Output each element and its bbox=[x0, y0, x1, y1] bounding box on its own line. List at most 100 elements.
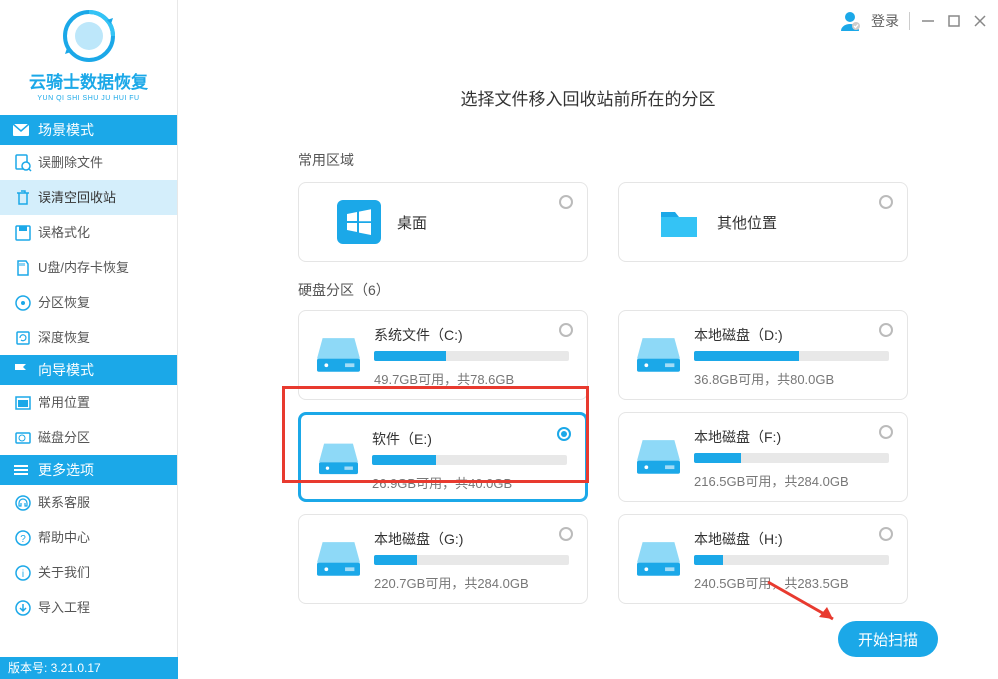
save-icon bbox=[14, 224, 32, 242]
disk-detail: 26.9GB可用，共40.0GB bbox=[372, 473, 567, 492]
sidebar-item-help[interactable]: ? 帮助中心 bbox=[0, 520, 177, 555]
sidebar-item-label: 联系客服 bbox=[38, 485, 90, 520]
hdd-icon bbox=[14, 429, 32, 447]
sidebar-item-import[interactable]: 导入工程 bbox=[0, 590, 177, 625]
start-scan-button[interactable]: 开始扫描 bbox=[838, 621, 938, 657]
refresh-icon bbox=[14, 329, 32, 347]
window-icon bbox=[14, 394, 32, 412]
sidebar-item-about[interactable]: i 关于我们 bbox=[0, 555, 177, 590]
main-content: 选择文件移入回收站前所在的分区 常用区域 桌面 其他位置 硬盘分区（6） 系统文… bbox=[178, 0, 998, 679]
radio-icon bbox=[559, 323, 573, 337]
common-area-label: 常用区域 bbox=[298, 150, 978, 170]
trash-icon bbox=[14, 189, 32, 207]
disk-card-4[interactable]: 本地磁盘（G:) 220.7GB可用，共284.0GB bbox=[298, 514, 588, 604]
radio-icon bbox=[879, 425, 893, 439]
section-header-wizard: 向导模式 bbox=[0, 355, 177, 385]
radio-icon bbox=[557, 427, 571, 441]
progress-bar bbox=[372, 455, 567, 465]
page-title: 选择文件移入回收站前所在的分区 bbox=[198, 85, 978, 110]
card-other-location[interactable]: 其他位置 bbox=[618, 182, 908, 262]
sidebar-item-label: 误清空回收站 bbox=[38, 180, 116, 215]
disk-card-0[interactable]: 系统文件（C:) 49.7GB可用，共78.6GB bbox=[298, 310, 588, 400]
svg-text:i: i bbox=[22, 569, 24, 580]
radio-icon bbox=[879, 527, 893, 541]
svg-text:?: ? bbox=[20, 534, 26, 545]
sidebar-item-label: 关于我们 bbox=[38, 555, 90, 590]
sidebar-item-common-location[interactable]: 常用位置 bbox=[0, 385, 177, 420]
section-header-more: 更多选项 bbox=[0, 455, 177, 485]
radio-icon bbox=[879, 323, 893, 337]
radio-icon bbox=[559, 527, 573, 541]
import-icon bbox=[14, 599, 32, 617]
drive-icon bbox=[637, 539, 680, 577]
section-header-label: 向导模式 bbox=[38, 355, 94, 385]
drive-icon bbox=[319, 439, 358, 477]
info-icon: i bbox=[14, 564, 32, 582]
disk-name: 本地磁盘（H:) bbox=[694, 529, 889, 549]
flag-icon bbox=[12, 361, 30, 379]
progress-bar bbox=[694, 453, 889, 463]
disk-card-2[interactable]: 软件（E:) 26.9GB可用，共40.0GB bbox=[298, 412, 588, 502]
sidebar-item-disk-partition[interactable]: 磁盘分区 bbox=[0, 420, 177, 455]
disk-detail: 240.5GB可用，共283.5GB bbox=[694, 573, 889, 592]
disk-name: 本地磁盘（F:) bbox=[694, 427, 889, 447]
sidebar-item-label: U盘/内存卡恢复 bbox=[38, 250, 129, 285]
progress-bar bbox=[694, 351, 889, 361]
sidebar-item-label: 深度恢复 bbox=[38, 320, 90, 355]
sidebar-item-recycle-bin[interactable]: 误清空回收站 bbox=[0, 180, 177, 215]
progress-bar bbox=[694, 555, 889, 565]
radio-icon bbox=[879, 195, 893, 209]
radio-icon bbox=[559, 195, 573, 209]
progress-bar bbox=[374, 351, 569, 361]
disk-card-5[interactable]: 本地磁盘（H:) 240.5GB可用，共283.5GB bbox=[618, 514, 908, 604]
card-desktop[interactable]: 桌面 bbox=[298, 182, 588, 262]
sidebar-item-deleted-files[interactable]: 误删除文件 bbox=[0, 145, 177, 180]
app-title: 云骑士数据恢复 bbox=[0, 68, 177, 93]
card-title: 桌面 bbox=[397, 212, 427, 233]
sidebar-item-label: 磁盘分区 bbox=[38, 420, 90, 455]
sidebar-item-label: 帮助中心 bbox=[38, 520, 90, 555]
drive-icon bbox=[317, 539, 360, 577]
sidebar-item-label: 误格式化 bbox=[38, 215, 90, 250]
disk-card-3[interactable]: 本地磁盘（F:) 216.5GB可用，共284.0GB bbox=[618, 412, 908, 502]
progress-bar bbox=[374, 555, 569, 565]
disk-detail: 216.5GB可用，共284.0GB bbox=[694, 471, 889, 490]
sidebar-item-format[interactable]: 误格式化 bbox=[0, 215, 177, 250]
sidebar: 云骑士数据恢复 YUN QI SHI SHU JU HUI FU 场景模式 误删… bbox=[0, 0, 178, 679]
disk-section-label: 硬盘分区（6） bbox=[298, 280, 978, 300]
app-logo-icon bbox=[61, 8, 117, 64]
sidebar-item-deep-recovery[interactable]: 深度恢复 bbox=[0, 320, 177, 355]
section-header-label: 更多选项 bbox=[38, 455, 94, 485]
question-icon: ? bbox=[14, 529, 32, 547]
section-header-scene: 场景模式 bbox=[0, 115, 177, 145]
disk-name: 系统文件（C:) bbox=[374, 325, 569, 345]
drive-icon bbox=[317, 335, 360, 373]
drive-icon bbox=[637, 335, 680, 373]
disk-name: 本地磁盘（G:) bbox=[374, 529, 569, 549]
sidebar-item-usb-recovery[interactable]: U盘/内存卡恢复 bbox=[0, 250, 177, 285]
sidebar-item-partition-recovery[interactable]: 分区恢复 bbox=[0, 285, 177, 320]
windows-icon bbox=[337, 200, 381, 244]
sidebar-item-contact[interactable]: 联系客服 bbox=[0, 485, 177, 520]
sidebar-item-label: 误删除文件 bbox=[38, 145, 103, 180]
logo-area: 云骑士数据恢复 YUN QI SHI SHU JU HUI FU bbox=[0, 0, 177, 115]
disk-detail: 36.8GB可用，共80.0GB bbox=[694, 369, 889, 388]
disk-name: 软件（E:) bbox=[372, 429, 567, 449]
sidebar-item-label: 常用位置 bbox=[38, 385, 90, 420]
sd-card-icon bbox=[14, 259, 32, 277]
sidebar-item-label: 分区恢复 bbox=[38, 285, 90, 320]
sidebar-item-label: 导入工程 bbox=[38, 590, 90, 625]
disk-detail: 220.7GB可用，共284.0GB bbox=[374, 573, 569, 592]
folder-icon bbox=[657, 200, 701, 244]
app-subtitle: YUN QI SHI SHU JU HUI FU bbox=[0, 95, 177, 102]
menu-icon bbox=[12, 461, 30, 479]
drive-icon bbox=[637, 437, 680, 475]
disk-detail: 49.7GB可用，共78.6GB bbox=[374, 369, 569, 388]
headset-icon bbox=[14, 494, 32, 512]
file-search-icon bbox=[14, 154, 32, 172]
section-header-label: 场景模式 bbox=[38, 115, 94, 145]
disk-card-1[interactable]: 本地磁盘（D:) 36.8GB可用，共80.0GB bbox=[618, 310, 908, 400]
disk-name: 本地磁盘（D:) bbox=[694, 325, 889, 345]
disk-icon bbox=[14, 294, 32, 312]
version-label: 版本号: 3.21.0.17 bbox=[0, 657, 178, 679]
